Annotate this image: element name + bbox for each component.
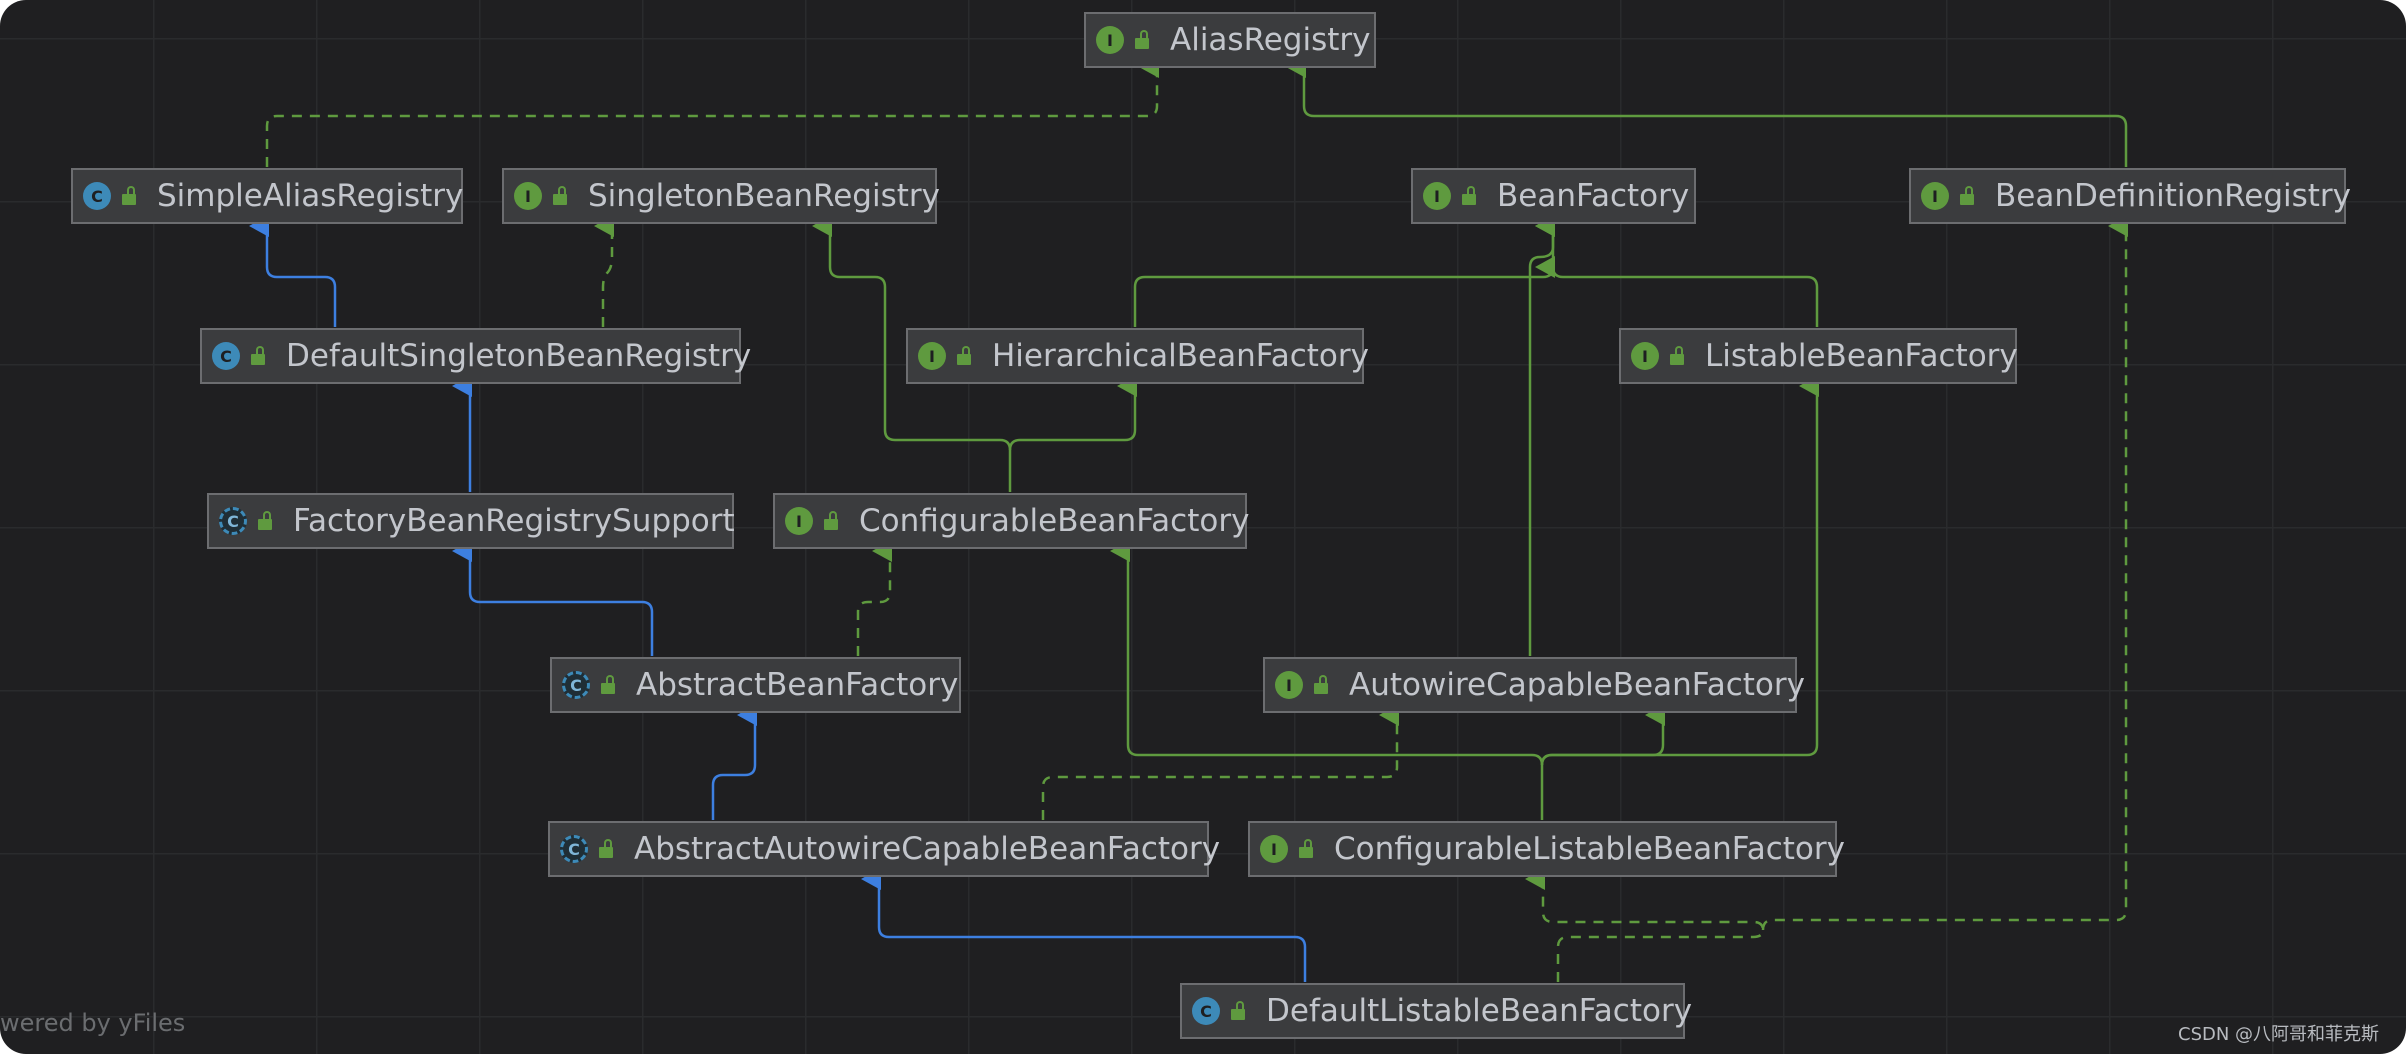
unlock-icon [1298, 839, 1316, 859]
node-label: BeanFactory [1497, 178, 1690, 214]
edge-abstractbeanfactory-configurablebeanfactory [856, 540, 892, 656]
node-default-listable-bean-factory[interactable]: C DefaultListableBeanFactory [1180, 983, 1692, 1039]
node-label: FactoryBeanRegistrySupport [293, 503, 735, 539]
node-label: ConfigurableListableBeanFactory [1334, 831, 1845, 867]
unlock-icon [257, 511, 275, 531]
node-label: HierarchicalBeanFactory [992, 338, 1369, 374]
node-factory-bean-registry-support[interactable]: C FactoryBeanRegistrySupport [207, 493, 735, 549]
unlock-icon [1959, 186, 1977, 206]
node-label: AliasRegistry [1170, 22, 1371, 58]
unlock-icon [1313, 675, 1331, 695]
abstract-class-icon: C [562, 671, 590, 699]
node-configurable-bean-factory[interactable]: I ConfigurableBeanFactory [773, 493, 1250, 549]
edge-defaultsingletonbeanregistry-simplealiasregistry [249, 215, 337, 327]
unlock-icon [1461, 186, 1479, 206]
node-label: SimpleAliasRegistry [157, 178, 464, 214]
unlock-icon [1134, 30, 1152, 50]
edge-defaultlistablebeanfactory-abstractautowirecapablebeanfactory [861, 868, 1307, 982]
node-label: BeanDefinitionRegistry [1995, 178, 2352, 214]
node-abstract-autowire-capable-bean-factory[interactable]: C AbstractAutowireCapableBeanFactory [548, 821, 1220, 877]
unlock-icon [956, 346, 974, 366]
edge-abstractautowirecapablebeanfactory-autowirecapablebeanfactory [1041, 704, 1399, 820]
node-simple-alias-registry[interactable]: C SimpleAliasRegistry [71, 168, 463, 224]
node-label: SingletonBeanRegistry [588, 178, 940, 214]
yfiles-watermark: wered by yFiles [0, 1009, 186, 1037]
node-configurable-listable-bean-factory[interactable]: I ConfigurableListableBeanFactory [1248, 821, 1845, 877]
node-default-singleton-bean-registry[interactable]: C DefaultSingletonBeanRegistry [200, 328, 751, 384]
unlock-icon [121, 186, 139, 206]
node-label: ConfigurableBeanFactory [859, 503, 1250, 539]
unlock-icon [598, 839, 616, 859]
node-bean-factory[interactable]: I BeanFactory [1411, 168, 1696, 224]
unlock-icon [250, 346, 268, 366]
csdn-credit: CSDN @八阿哥和菲克斯 [2178, 1024, 2380, 1045]
interface-icon: I [1631, 342, 1659, 370]
unlock-icon [1230, 1001, 1248, 1021]
node-abstract-bean-factory[interactable]: C AbstractBeanFactory [550, 657, 961, 713]
interface-icon: I [918, 342, 946, 370]
edge-simplealiasregistry-aliasregistry [265, 56, 1159, 167]
interface-icon: I [785, 507, 813, 535]
class-icon: C [83, 182, 111, 210]
abstract-class-icon: C [219, 507, 247, 535]
edge-listablebeanfactory-beanfactory [1535, 255, 1819, 327]
node-listable-bean-factory[interactable]: I ListableBeanFactory [1619, 328, 2018, 384]
node-alias-registry[interactable]: I AliasRegistry [1084, 12, 1376, 68]
diagram-canvas: I AliasRegistry C SimpleAliasRegistry I … [0, 0, 2406, 1054]
edge-autowirecapablebeanfactory-beanfactory [1528, 215, 1555, 656]
edge-defaultsingletonbeanregistry-singletonbeanregistry [594, 215, 614, 327]
interface-icon: I [1423, 182, 1451, 210]
node-label: AutowireCapableBeanFactory [1349, 667, 1805, 703]
edge-beandefinitionregistry-aliasregistry [1286, 56, 2128, 167]
class-icon: C [212, 342, 240, 370]
unlock-icon [823, 511, 841, 531]
interface-icon: I [1096, 26, 1124, 54]
unlock-icon [552, 186, 570, 206]
interface-icon: I [514, 182, 542, 210]
node-label: AbstractAutowireCapableBeanFactory [634, 831, 1221, 867]
node-singleton-bean-registry[interactable]: I SingletonBeanRegistry [502, 168, 940, 224]
node-hierarchical-bean-factory[interactable]: I HierarchicalBeanFactory [906, 328, 1369, 384]
unlock-icon [1669, 346, 1687, 366]
node-label: ListableBeanFactory [1705, 338, 2018, 374]
node-label: AbstractBeanFactory [636, 667, 959, 703]
interface-icon: I [1260, 835, 1288, 863]
edge-hierarchicalbeanfactory-beanfactory [1133, 215, 1555, 327]
interface-icon: I [1275, 671, 1303, 699]
edge-configurablebeanfactory-hierarchicalbeanfactory [1008, 375, 1137, 492]
edge-configurablelistablebeanfactory-autowirecapablebeanfactory [1540, 704, 1665, 766]
node-bean-definition-registry[interactable]: I BeanDefinitionRegistry [1909, 168, 2351, 224]
edge-abstractbeanfactory-factorybeanregistrysupport [452, 540, 654, 656]
node-autowire-capable-bean-factory[interactable]: I AutowireCapableBeanFactory [1263, 657, 1805, 713]
interface-icon: I [1921, 182, 1949, 210]
edge-abstractautowirecapablebeanfactory-abstractbeanfactory [711, 704, 757, 820]
node-label: DefaultSingletonBeanRegistry [286, 338, 752, 374]
edge-defaultlistablebeanfactory-configurablelistablebeanfactory [1525, 868, 1765, 982]
class-icon: C [1192, 997, 1220, 1025]
unlock-icon [600, 675, 618, 695]
abstract-class-icon: C [560, 835, 588, 863]
node-label: DefaultListableBeanFactory [1266, 993, 1693, 1029]
